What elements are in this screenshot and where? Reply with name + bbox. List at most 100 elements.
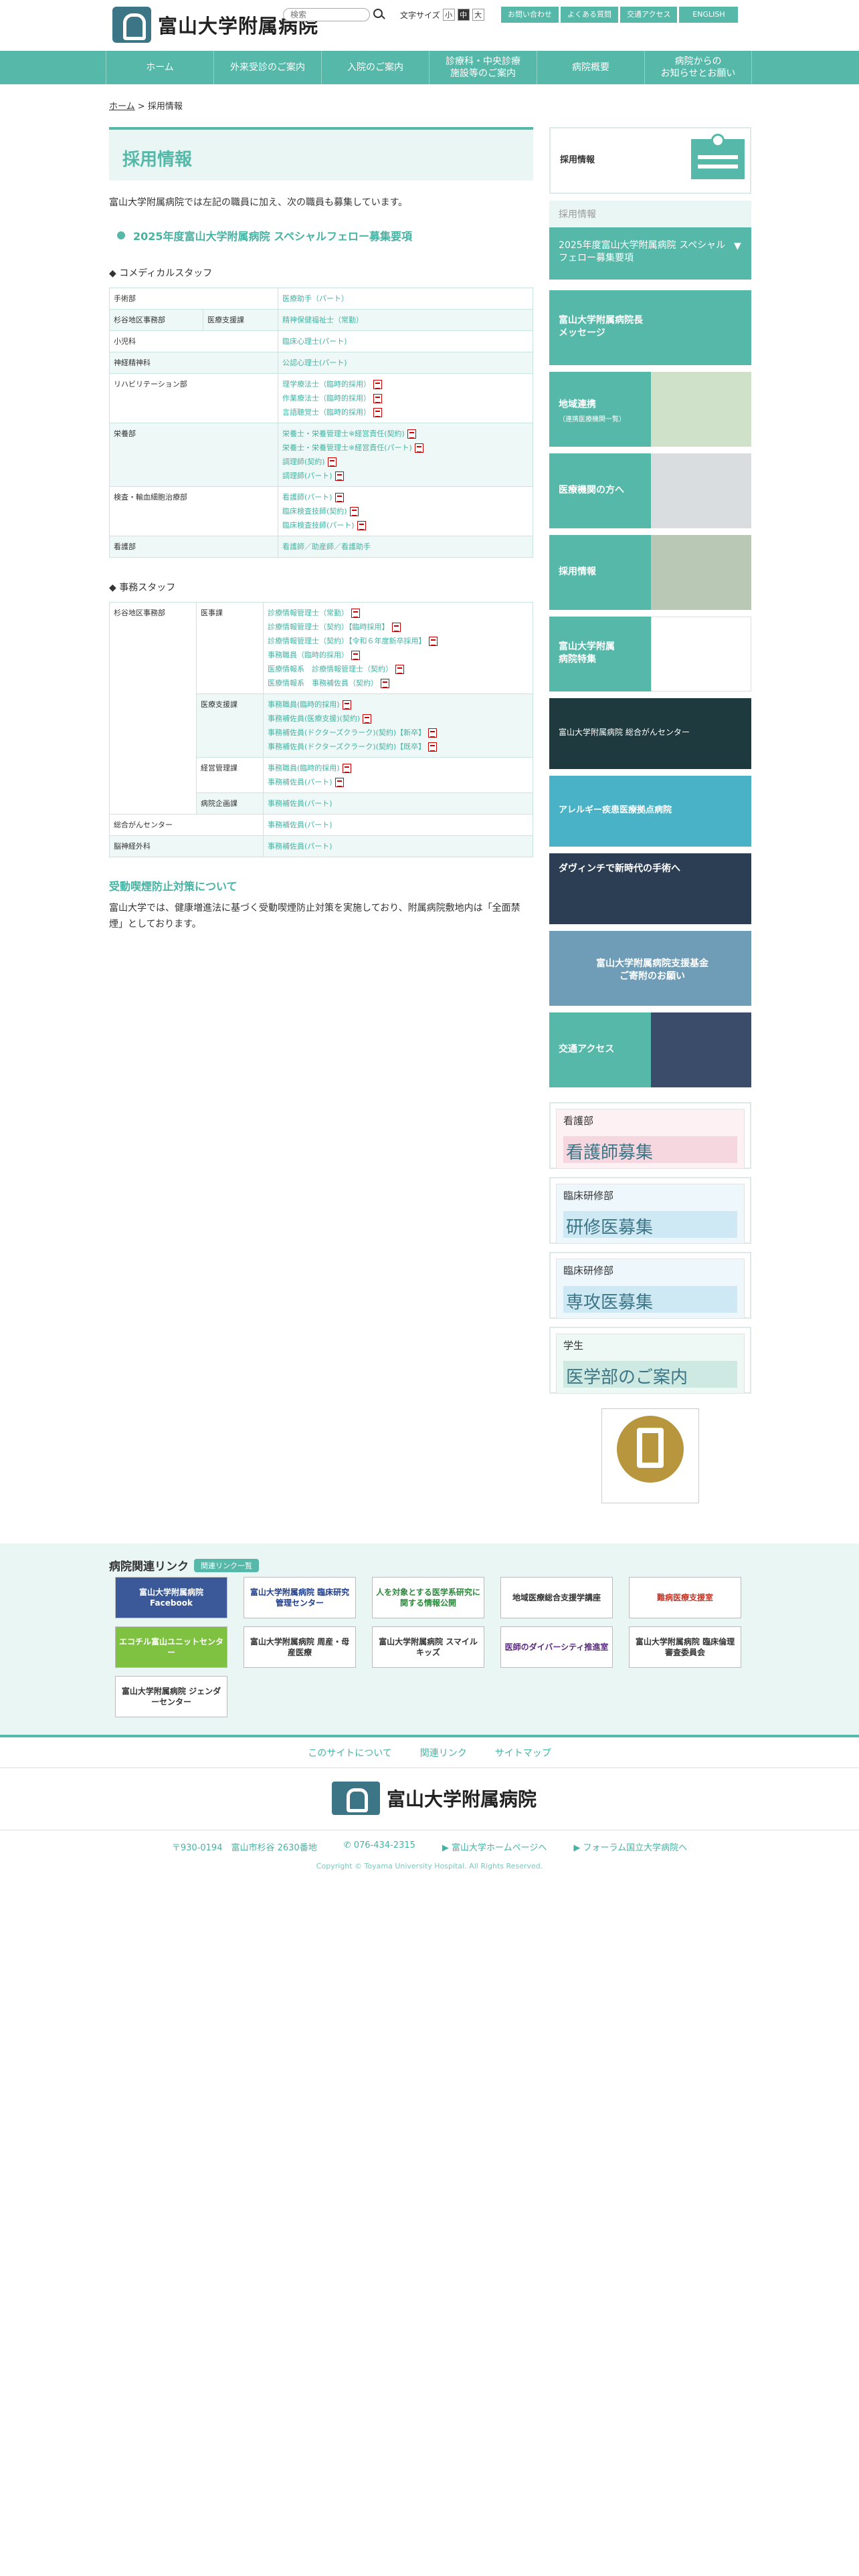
special-fellow-link[interactable]: 2025年度富山大学附属病院 スペシャルフェロー募集要項 <box>109 227 533 243</box>
pdf-icon[interactable] <box>414 443 423 453</box>
accreditation-badge[interactable] <box>601 1408 699 1503</box>
nav-item-home[interactable]: ホーム <box>106 51 213 84</box>
job-link[interactable]: 看護師／助産師／看護助手 <box>282 542 371 551</box>
pdf-icon[interactable] <box>363 714 372 724</box>
job-link[interactable]: 精神保健福祉士（常勤） <box>282 316 363 324</box>
sidebar-cancer-center[interactable]: 富山大学附属病院 総合がんセンター <box>549 698 751 769</box>
job-link[interactable]: 診療情報管理士（契約）【令和６年度新卒採用】 <box>268 637 426 645</box>
pdf-icon[interactable] <box>407 429 416 439</box>
related-links-list-button[interactable]: 関連リンク一覧 <box>194 1558 259 1572</box>
job-link[interactable]: 臨床検査技師(契約) <box>282 507 347 516</box>
sidebar-special-fellow-link[interactable]: 2025年度富山大学附属病院 スペシャルフェロー募集要項 ▼ <box>549 227 751 280</box>
pdf-icon[interactable] <box>395 665 404 674</box>
footer-tel[interactable]: 076-434-2315 <box>354 1840 415 1850</box>
job-link[interactable]: 看護師(パート) <box>282 493 332 502</box>
job-link[interactable]: 言語聴覚士（臨時的採用） <box>282 408 371 417</box>
intractable-disease-link[interactable]: 難病医療支援室 <box>629 1577 741 1618</box>
job-link[interactable]: 理学療法士（臨時的採用） <box>282 380 371 389</box>
footer-univ-link[interactable]: 富山大学ホームページへ <box>452 1843 547 1853</box>
job-link[interactable]: 臨床検査技師(パート) <box>282 521 355 530</box>
regional-medicine-link[interactable]: 地域医療総合支援学講座 <box>500 1577 613 1618</box>
job-link[interactable]: 事務補佐員(ドクターズクラーク)(契約)【新卒】 <box>268 728 425 737</box>
font-size-large-button[interactable]: 大 <box>472 9 484 21</box>
pdf-icon[interactable] <box>381 679 389 688</box>
job-link[interactable]: 診療情報管理士（契約）【臨時採用】 <box>268 623 389 631</box>
pdf-icon[interactable] <box>349 507 359 516</box>
job-link[interactable]: 調理師(パート) <box>282 471 332 480</box>
breadcrumb-home[interactable]: ホーム <box>109 102 135 112</box>
sidebar-recruit[interactable]: 採用情報 <box>549 535 751 610</box>
footer-about-link[interactable]: このサイトについて <box>308 1746 392 1759</box>
font-size-small-button[interactable]: 小 <box>442 9 455 21</box>
job-link[interactable]: 栄養士・栄養管理士※経営責任(契約) <box>282 429 405 438</box>
pdf-icon[interactable] <box>335 471 344 481</box>
perinatal-link[interactable]: 富山大学附属病院 周産・母産医療 <box>244 1626 356 1668</box>
footer-related-link[interactable]: 関連リンク <box>420 1746 467 1759</box>
job-link[interactable]: 事務補佐員(ドクターズクラーク)(契約)【既卒】 <box>268 742 425 751</box>
search-input[interactable] <box>283 8 370 21</box>
job-link[interactable]: 事務補佐員(医療支援)(契約) <box>268 714 360 723</box>
sidebar-regional[interactable]: 地域連携 （連携医療機関一覧） <box>549 372 751 447</box>
access-link[interactable]: 交通アクセス <box>620 7 678 23</box>
job-link[interactable]: 事務補佐員(パート) <box>268 842 332 851</box>
contact-link[interactable]: お問い合わせ <box>501 7 559 23</box>
nav-item-overview[interactable]: 病院概要 <box>537 51 644 84</box>
clinical-research-link[interactable]: 富山大学附属病院 臨床研究管理センター <box>244 1577 356 1618</box>
job-link[interactable]: 診療情報管理士（常勤） <box>268 609 349 617</box>
pdf-icon[interactable] <box>351 651 360 660</box>
sidebar-davinci[interactable]: ダヴィンチで新時代の手術へ <box>549 853 751 924</box>
job-link[interactable]: 調理師(契約) <box>282 457 325 466</box>
sidebar-medical-institutions[interactable]: 医療機関の方へ <box>549 453 751 528</box>
job-link[interactable]: 栄養士・栄養管理士※経営責任(パート) <box>282 443 412 452</box>
pdf-icon[interactable] <box>342 764 351 773</box>
nurse-recruit-card[interactable]: 看護部 看護師募集 <box>549 1102 751 1169</box>
specialist-recruit-card[interactable]: 臨床研修部 専攻医募集 <box>549 1252 751 1319</box>
nav-item-inpatient[interactable]: 入院のご案内 <box>321 51 429 84</box>
pdf-icon[interactable] <box>391 623 401 632</box>
english-link[interactable]: ENGLISH <box>679 7 739 23</box>
nav-item-notices[interactable]: 病院からの お知らせとお願い <box>644 51 752 84</box>
ethics-committee-link[interactable]: 富山大学附属病院 臨床倫理審査委員会 <box>629 1626 741 1668</box>
pdf-icon[interactable] <box>335 493 344 502</box>
pdf-icon[interactable] <box>373 380 382 389</box>
ecochil-link[interactable]: エコチル富山ユニットセンター <box>115 1626 227 1668</box>
job-link[interactable]: 臨床心理士(パート) <box>282 337 347 346</box>
pdf-icon[interactable] <box>428 742 438 752</box>
job-link[interactable]: 事務職員（臨時的採用） <box>268 651 349 659</box>
job-link[interactable]: 事務職員(臨時的採用) <box>268 700 340 709</box>
pdf-icon[interactable] <box>327 457 337 467</box>
footer-logo[interactable]: 富山大学附属病院 <box>332 1782 537 1815</box>
job-link[interactable]: 医療情報系 診療情報管理士（契約） <box>268 665 393 673</box>
smile-kids-link[interactable]: 富山大学附属病院 スマイルキッズ <box>372 1626 484 1668</box>
footer-forum-link[interactable]: フォーラム国立大学病院へ <box>583 1843 687 1853</box>
faq-link[interactable]: よくある質問 <box>561 7 618 23</box>
sidebar-feature[interactable]: 富山大学附属 病院特集 <box>549 617 751 691</box>
facebook-link[interactable]: 富山大学附属病院 Facebook <box>115 1577 227 1618</box>
pdf-icon[interactable] <box>342 700 351 710</box>
job-link[interactable]: 事務職員(臨時的採用) <box>268 764 340 772</box>
footer-sitemap-link[interactable]: サイトマップ <box>495 1746 551 1759</box>
nav-item-departments[interactable]: 診療科・中央診療 施設等のご案内 <box>429 51 537 84</box>
medical-school-card[interactable]: 学生 医学部のご案内 <box>549 1327 751 1394</box>
sidebar-access[interactable]: 交通アクセス <box>549 1012 751 1087</box>
job-link[interactable]: 事務補佐員(パート) <box>268 799 332 808</box>
job-link[interactable]: 公認心理士(パート) <box>282 358 347 367</box>
pdf-icon[interactable] <box>373 394 382 403</box>
pdf-icon[interactable] <box>357 521 366 530</box>
pdf-icon[interactable] <box>428 637 438 646</box>
job-link[interactable]: 事務補佐員(パート) <box>268 821 332 829</box>
pdf-icon[interactable] <box>428 728 438 738</box>
job-link[interactable]: 医療助手（パート） <box>282 294 349 303</box>
job-link[interactable]: 事務補佐員(パート) <box>268 778 332 786</box>
pdf-icon[interactable] <box>335 778 344 787</box>
job-link[interactable]: 作業療法士（臨時的採用） <box>282 394 371 403</box>
gender-center-link[interactable]: 富山大学附属病院 ジェンダーセンター <box>115 1676 227 1717</box>
research-disclosure-link[interactable]: 人を対象とする医学系研究に関する情報公開 <box>372 1577 484 1618</box>
search-icon[interactable] <box>373 9 383 18</box>
nav-item-outpatient[interactable]: 外来受診のご案内 <box>213 51 321 84</box>
job-link[interactable]: 医療情報系 事務補佐員（契約） <box>268 679 378 687</box>
pdf-icon[interactable] <box>351 609 360 618</box>
sidebar-allergy[interactable]: アレルギー疾患医療拠点病院 <box>549 776 751 847</box>
sidebar-director-message[interactable]: 富山大学附属病院長 メッセージ <box>549 290 751 365</box>
pdf-icon[interactable] <box>373 408 382 417</box>
